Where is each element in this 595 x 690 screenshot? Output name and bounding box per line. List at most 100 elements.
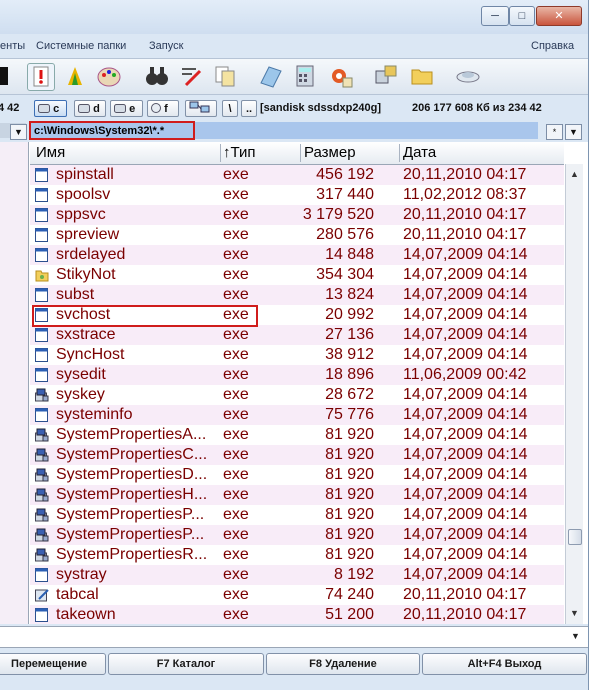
- calculator-icon[interactable]: [292, 63, 318, 89]
- drive-space-fragment: 4 42: [0, 102, 20, 114]
- scroll-thumb[interactable]: [568, 529, 582, 545]
- file-name: SystemPropertiesD...: [56, 466, 208, 483]
- window-file-icon: [35, 348, 48, 362]
- drive-c-button[interactable]: c: [34, 100, 67, 117]
- root-dir-button[interactable]: \: [222, 100, 238, 117]
- window-file-icon: [35, 288, 48, 302]
- delete-button[interactable]: F8 Удаление: [266, 653, 420, 675]
- file-row[interactable]: srdelayed exe 14 848 14,07,2009 04:14: [30, 245, 564, 265]
- file-row[interactable]: SyncHost exe 38 912 14,07,2009 04:14: [30, 345, 564, 365]
- minimize-button[interactable]: ─: [481, 6, 509, 26]
- file-row[interactable]: SystemPropertiesA... exe 81 920 14,07,2009 …: [30, 425, 564, 445]
- file-row[interactable]: sxstrace exe 27 136 14,07,2009 04:14: [30, 325, 564, 345]
- drive-f-label: f: [164, 103, 168, 115]
- exit-button[interactable]: Alt+F4 Выход: [422, 653, 587, 675]
- file-size: 14 848: [325, 246, 374, 263]
- network-icon[interactable]: [373, 63, 399, 89]
- column-date[interactable]: Дата: [403, 144, 436, 161]
- window-file-icon: [35, 168, 48, 182]
- file-row[interactable]: SystemPropertiesD... exe 81 920 14,07,2009 …: [30, 465, 564, 485]
- folder-icon[interactable]: [409, 63, 435, 89]
- column-type[interactable]: ↑Тип: [223, 144, 256, 161]
- notepad-icon[interactable]: [257, 63, 283, 89]
- up-arrow-icon[interactable]: [62, 63, 88, 89]
- file-size: 3 179 520: [302, 206, 374, 223]
- edit-pen-icon[interactable]: [178, 63, 204, 89]
- maximize-button[interactable]: □: [509, 6, 535, 26]
- system-file-icon: [35, 448, 49, 462]
- column-size[interactable]: Размер: [304, 144, 356, 161]
- file-name: StikyNot: [56, 266, 116, 283]
- favorites-button[interactable]: *: [546, 124, 563, 140]
- file-size: 28 672: [325, 386, 374, 403]
- command-history-icon[interactable]: ▼: [571, 631, 580, 641]
- drive-e-label: e: [129, 103, 136, 115]
- left-history-dropdown[interactable]: ▼: [10, 124, 27, 140]
- system-file-icon: [35, 528, 49, 542]
- file-row[interactable]: SystemPropertiesP... exe 81 920 14,07,2009 …: [30, 505, 564, 525]
- vertical-scrollbar[interactable]: ▲ ▼: [565, 164, 583, 624]
- file-name: subst: [56, 286, 95, 303]
- file-row[interactable]: SystemPropertiesR... exe 81 920 14,07,2009 …: [30, 545, 564, 565]
- file-row[interactable]: takeown exe 51 200 20,11,2010 04:17: [30, 605, 564, 624]
- palette-icon[interactable]: [96, 63, 122, 89]
- file-row[interactable]: spinstall exe 456 192 20,11,2010 04:17: [30, 165, 564, 185]
- file-row[interactable]: sppsvc exe 3 179 520 20,11,2010 04:17: [30, 205, 564, 225]
- network-drive-button[interactable]: [185, 100, 217, 117]
- system-file-icon: [35, 488, 49, 502]
- black-square-icon[interactable]: [0, 63, 16, 89]
- file-date: 14,07,2009 04:14: [403, 546, 528, 563]
- settings-gear-icon[interactable]: [328, 63, 354, 89]
- file-date: 20,11,2010 04:17: [403, 206, 527, 223]
- binoculars-icon[interactable]: [144, 63, 170, 89]
- copy-document-icon[interactable]: [212, 63, 238, 89]
- menu-item-system-folders[interactable]: Системные папки: [36, 40, 126, 52]
- background-strip: [589, 0, 595, 690]
- file-row[interactable]: SystemPropertiesP... exe 81 920 14,07,2009 …: [30, 525, 564, 545]
- toolbar: [0, 58, 588, 95]
- scroll-down-icon[interactable]: ▼: [569, 608, 580, 619]
- file-row[interactable]: subst exe 13 824 14,07,2009 04:14: [30, 285, 564, 305]
- window-file-icon: [35, 208, 48, 222]
- file-row[interactable]: spoolsv exe 317 440 11,02,2012 08:37: [30, 185, 564, 205]
- file-row[interactable]: SystemPropertiesC... exe 81 920 14,07,2009 …: [30, 445, 564, 465]
- parent-dir-button[interactable]: ..: [241, 100, 257, 117]
- file-panel: Имя ↑Тип Размер Дата spinstall exe 456 192…: [0, 142, 588, 624]
- history-dropdown[interactable]: ▼: [565, 124, 582, 140]
- file-row[interactable]: sysedit exe 18 896 11,06,2009 00:42: [30, 365, 564, 385]
- file-date: 14,07,2009 04:14: [403, 306, 528, 323]
- close-button[interactable]: ✕: [536, 6, 582, 26]
- drive-e-button[interactable]: e: [110, 100, 143, 117]
- file-row[interactable]: StikyNot exe 354 304 14,07,2009 04:14: [30, 265, 564, 285]
- file-row[interactable]: syskey exe 28 672 14,07,2009 04:14: [30, 385, 564, 405]
- file-date: 20,11,2010 04:17: [403, 166, 527, 183]
- window-file-icon: [35, 408, 48, 422]
- drive-d-button[interactable]: d: [74, 100, 106, 117]
- file-row[interactable]: tabcal exe 74 240 20,11,2010 04:17: [30, 585, 564, 605]
- column-name[interactable]: Имя: [36, 144, 65, 161]
- make-dir-button[interactable]: F7 Каталог: [108, 653, 264, 675]
- menu-item-help[interactable]: Справка: [531, 40, 574, 52]
- file-row[interactable]: SystemPropertiesH... exe 81 920 14,07,2009 …: [30, 485, 564, 505]
- file-date: 14,07,2009 04:14: [403, 466, 528, 483]
- file-row[interactable]: systray exe 8 192 14,07,2009 04:14: [30, 565, 564, 585]
- move-button[interactable]: Перемещение: [0, 653, 106, 675]
- file-row[interactable]: spreview exe 280 576 20,11,2010 04:17: [30, 225, 564, 245]
- satellite-icon[interactable]: [455, 63, 481, 89]
- file-date: 14,07,2009 04:14: [403, 246, 528, 263]
- exclamation-icon[interactable]: [27, 63, 55, 91]
- drive-f-button[interactable]: f: [147, 100, 179, 117]
- menu-item-tools[interactable]: енты: [0, 40, 25, 52]
- file-row[interactable]: systeminfo exe 75 776 14,07,2009 04:14: [30, 405, 564, 425]
- scroll-up-icon[interactable]: ▲: [569, 169, 580, 180]
- path-row: ▼ c:\Windows\System32\*.* * ▼: [0, 121, 588, 141]
- command-line[interactable]: ▼: [0, 626, 588, 648]
- file-date: 14,07,2009 04:14: [403, 386, 528, 403]
- file-size: 13 824: [325, 286, 374, 303]
- file-date: 14,07,2009 04:14: [403, 346, 528, 363]
- window-file-icon: [35, 568, 48, 582]
- menu-item-launch[interactable]: Запуск: [149, 40, 183, 52]
- system-file-icon: [35, 508, 49, 522]
- file-date: 14,07,2009 04:14: [403, 326, 528, 343]
- file-type: exe: [223, 526, 249, 543]
